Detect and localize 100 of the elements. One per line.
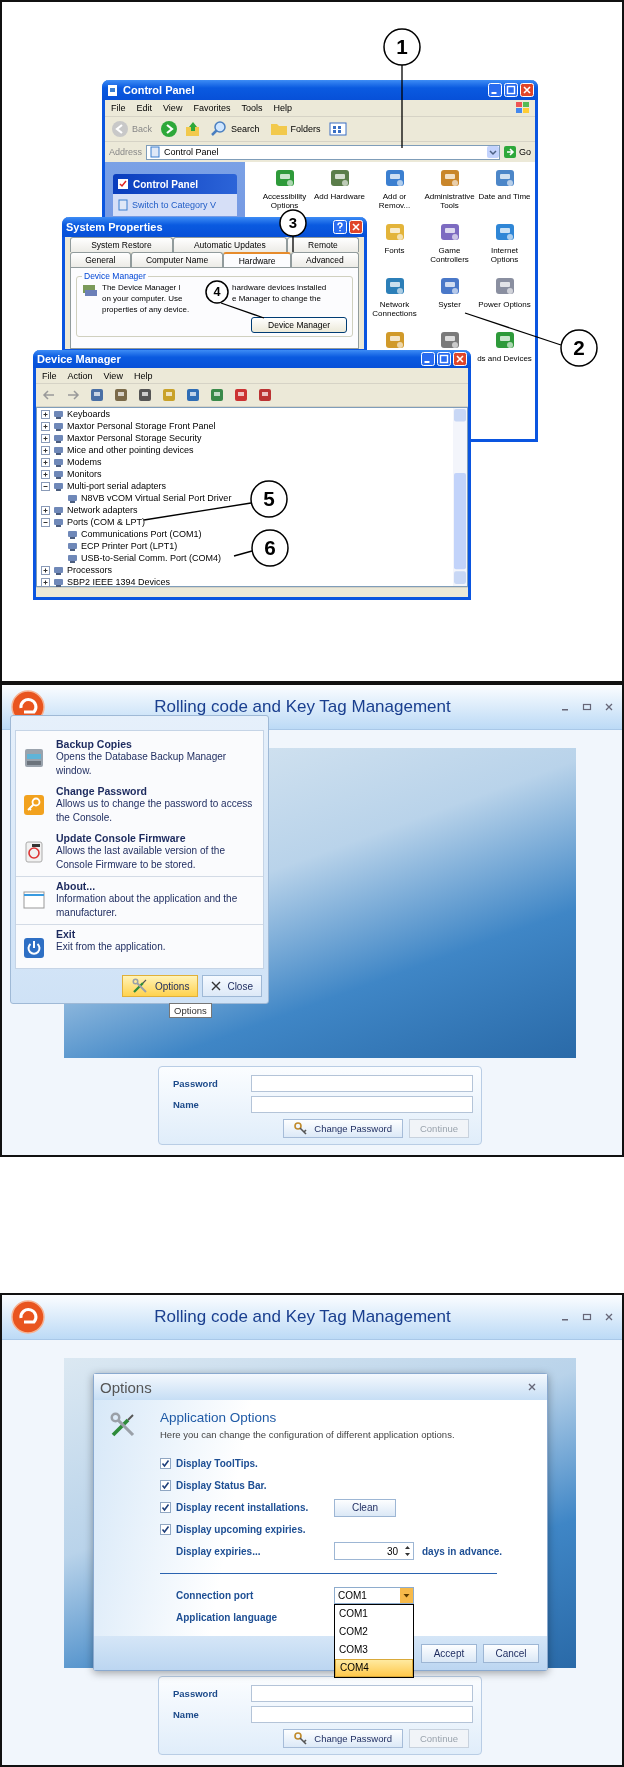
minimize-icon[interactable] — [488, 83, 502, 97]
tree-item[interactable]: Modems — [67, 457, 102, 467]
input-field[interactable] — [251, 1075, 473, 1092]
applet-label[interactable]: Fonts — [384, 246, 405, 255]
close-button[interactable]: Close — [202, 975, 262, 997]
scrollbar[interactable] — [453, 408, 467, 586]
expand-icon[interactable] — [41, 577, 50, 587]
applet-label[interactable]: Add or Remov... — [367, 192, 422, 210]
tab[interactable]: Hardware — [223, 252, 291, 267]
dropdown-field[interactable]: COM1 — [334, 1586, 414, 1604]
tree-item[interactable]: Processors — [67, 565, 112, 575]
applet-label[interactable]: Internet Options — [477, 246, 532, 264]
tab[interactable]: General — [70, 252, 131, 267]
logo-icon[interactable] — [11, 1300, 45, 1334]
caret-icon[interactable] — [400, 1587, 413, 1603]
menu-item[interactable]: Update Console Firmware Allows the last available version of the Console Firmware to be stored. — [16, 829, 263, 876]
applet-label[interactable]: Administrative Tools — [422, 192, 477, 210]
clean-button[interactable]: Clean — [334, 1498, 396, 1517]
checkbox[interactable] — [160, 1501, 171, 1513]
applet-label[interactable]: Accessibility Options — [257, 192, 312, 210]
toolbar-icon[interactable] — [112, 386, 130, 404]
checkbox[interactable] — [160, 1523, 171, 1535]
change-password-button[interactable]: Change Password — [283, 1119, 403, 1138]
number-field[interactable]: 30 — [334, 1542, 414, 1560]
applet-label[interactable]: Game Controllers — [422, 246, 477, 264]
tree-item[interactable]: SBP2 IEEE 1394 Devices — [67, 577, 171, 587]
expand-icon[interactable] — [41, 457, 50, 467]
menu-item[interactable]: Backup Copies Opens the Database Backup Manager window. — [16, 735, 263, 782]
input-field[interactable] — [251, 1685, 473, 1702]
tree-item[interactable]: Mice and other pointing devices — [67, 445, 194, 455]
tab[interactable]: System Restore — [70, 237, 173, 252]
tree-item[interactable]: Monitors — [67, 469, 102, 479]
menu-item[interactable]: About... Information about the application and the manufacturer. — [16, 876, 263, 924]
minimize-icon[interactable] — [421, 352, 435, 366]
menu-item[interactable]: File — [42, 370, 57, 381]
menu-item[interactable]: Edit — [136, 103, 153, 113]
dropdown-option[interactable]: COM2 — [335, 1622, 413, 1641]
applet-label[interactable]: Network Connections — [367, 300, 422, 318]
tree-item[interactable]: USB-to-Serial Comm. Port (COM4) — [81, 553, 222, 563]
address-field[interactable]: Control Panel — [146, 144, 500, 160]
expand-icon[interactable] — [41, 421, 50, 431]
tree-item[interactable]: Maxtor Personal Storage Security — [67, 433, 202, 443]
checkbox-label[interactable]: Display ToolTips. — [176, 1457, 258, 1469]
maximize-icon[interactable] — [582, 702, 592, 712]
checkbox-label[interactable]: Display recent installations. — [176, 1501, 309, 1513]
tree-item[interactable]: Network adapters — [67, 505, 138, 515]
cancel-button[interactable]: Cancel — [483, 1643, 539, 1663]
checkbox[interactable] — [160, 1479, 171, 1491]
help-icon[interactable] — [333, 220, 347, 234]
menu-item[interactable]: Help — [133, 370, 153, 381]
tab[interactable]: Computer Name — [130, 252, 224, 267]
close-icon[interactable] — [527, 1382, 537, 1392]
expand-icon[interactable] — [41, 469, 50, 479]
tree-item[interactable]: Communications Port (COM1) — [81, 529, 202, 539]
dropdown-option[interactable]: COM1 — [335, 1604, 413, 1623]
search-button[interactable]: Search — [208, 120, 262, 138]
dropdown-option[interactable]: COM3 — [335, 1640, 413, 1659]
menu-item[interactable]: Tools — [241, 103, 263, 113]
folders-button[interactable]: Folders — [267, 120, 323, 138]
menu-item[interactable]: View — [103, 370, 123, 381]
menu-item[interactable]: Help — [273, 103, 292, 113]
applet-label[interactable]: Add Hardware — [313, 192, 366, 201]
change-password-button[interactable]: Change Password — [283, 1729, 403, 1748]
toolbar-icon[interactable] — [256, 386, 274, 404]
input-field[interactable] — [251, 1096, 473, 1113]
expand-icon[interactable] — [41, 565, 50, 575]
toolbar-icon[interactable] — [136, 386, 154, 404]
applet-label[interactable]: Date and Time — [478, 192, 531, 201]
close-icon[interactable] — [604, 1312, 614, 1322]
tab[interactable]: Automatic Updates — [172, 237, 287, 252]
collapse-icon[interactable] — [41, 517, 50, 527]
dropdown-option[interactable]: COM4 — [335, 1658, 413, 1677]
folder-up-icon[interactable] — [184, 120, 202, 138]
checkbox-label[interactable]: Display upcoming expiries. — [176, 1523, 306, 1535]
tree-item[interactable]: N8VB vCOM Virtual Serial Port Driver — [81, 493, 232, 503]
expand-icon[interactable] — [41, 505, 50, 515]
applet-label[interactable]: Power Options — [478, 300, 531, 309]
menu-item[interactable]: Favorites — [193, 103, 231, 113]
expand-icon[interactable] — [41, 409, 50, 419]
menu-item[interactable]: View — [163, 103, 183, 113]
device-manager-button[interactable]: Device Manager — [251, 317, 347, 333]
menu-item[interactable]: Action — [67, 370, 93, 381]
menu-item[interactable]: Exit Exit from the application. — [16, 924, 263, 964]
tree-item[interactable]: Keyboards — [67, 409, 111, 419]
menu-item[interactable]: Change Password Allows us to change the password to access the Console. — [16, 782, 263, 829]
accept-button[interactable]: Accept — [421, 1643, 477, 1663]
toolbar-icon[interactable] — [184, 386, 202, 404]
tree-item[interactable]: Ports (COM & LPT) — [67, 517, 145, 527]
tree-item[interactable]: ECP Printer Port (LPT1) — [81, 541, 178, 551]
caret-icon[interactable] — [487, 146, 499, 158]
tab[interactable]: Remote — [286, 237, 359, 252]
toolbar-icon[interactable] — [232, 386, 250, 404]
applet-label[interactable]: ds and Devices — [477, 354, 532, 363]
tree-item[interactable]: Maxtor Personal Storage Front Panel — [67, 421, 216, 431]
close-icon[interactable] — [604, 702, 614, 712]
expand-icon[interactable] — [41, 445, 50, 455]
checkbox[interactable] — [160, 1457, 171, 1469]
collapse-icon[interactable] — [41, 481, 50, 491]
toolbar-icon[interactable] — [208, 386, 226, 404]
toolbar-icon[interactable] — [88, 386, 106, 404]
